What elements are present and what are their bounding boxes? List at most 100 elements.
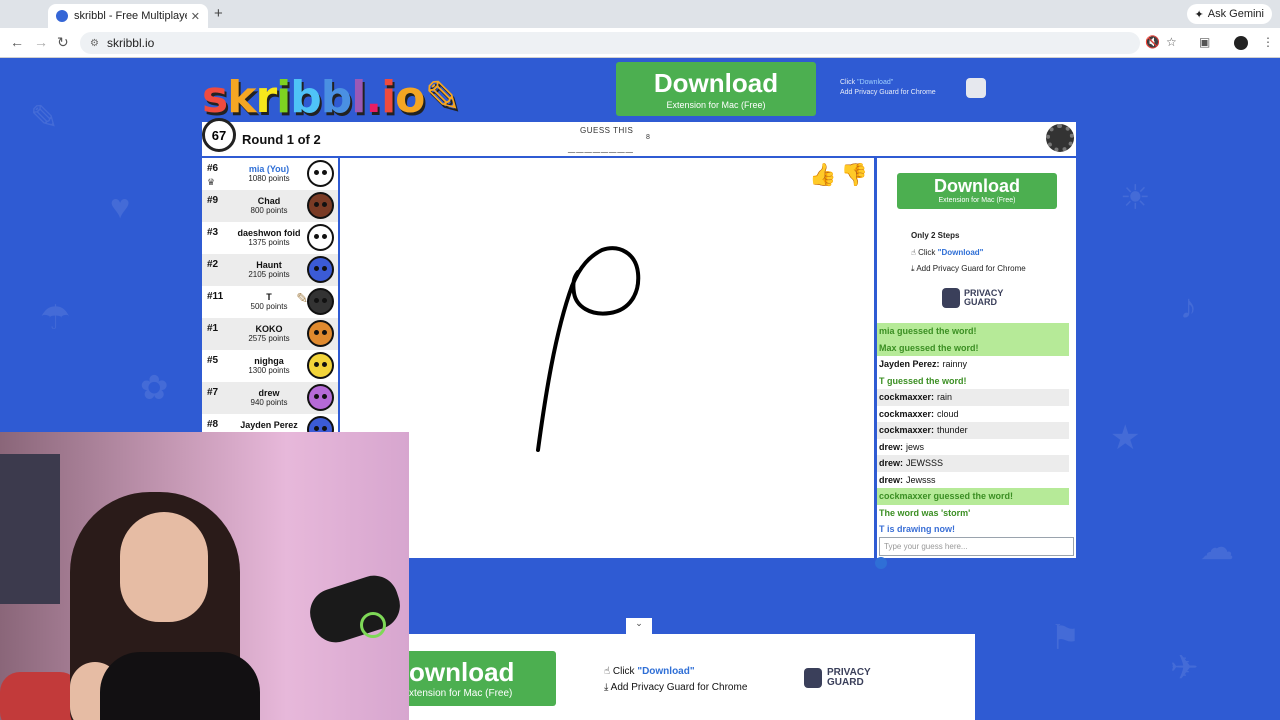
word-length: 8	[646, 134, 650, 141]
doodle-icon: ✎	[30, 99, 59, 137]
chat-message: drew: jews	[877, 439, 1069, 456]
guess-input[interactable]: Type your guess here...	[879, 537, 1074, 556]
chat-message: mia guessed the word!	[877, 323, 1069, 340]
chat-text: Jewsss	[906, 474, 936, 485]
doodle-icon: ♥	[110, 188, 131, 226]
chat-text: rain	[937, 392, 953, 403]
player-rank: #1	[207, 323, 219, 334]
settings-gear-icon[interactable]	[1046, 124, 1074, 152]
favicon-icon	[56, 10, 68, 22]
address-toolbar: ← → ↻ ⚙ skribbl.io 🔇 ☆ ▣ ⋮	[0, 28, 1280, 58]
doodle-icon: ⚑	[1050, 619, 1081, 657]
bottom-ad-steps: ☝ Click "Download" ⤓ Add Privacy Guard f…	[604, 664, 747, 696]
chat-message: cockmaxxer guessed the word!	[877, 488, 1069, 505]
player-name: drew	[258, 388, 280, 398]
click-text: Click	[840, 79, 858, 86]
address-text: skribbl.io	[106, 36, 155, 50]
extension-badge-icon[interactable]	[875, 557, 887, 569]
reload-icon[interactable]: ↻	[57, 34, 69, 51]
sparkle-icon: ✦	[1194, 8, 1204, 21]
add-privacy-guard-text: Add Privacy Guard for Chrome	[610, 682, 748, 693]
back-icon[interactable]: ←	[10, 34, 24, 50]
chevron-down-icon[interactable]: ⌄	[626, 618, 652, 634]
player-name: Jayden Perez	[240, 420, 298, 430]
player-avatar	[307, 352, 334, 379]
cursor-icon: ☝	[604, 666, 613, 677]
player-row[interactable]: #11 T 500 points ✎	[202, 286, 338, 318]
chat-message: cockmaxxer: cloud	[877, 406, 1069, 423]
privacy-guard-logo: PRIVACY GUARD	[804, 668, 871, 688]
player-row[interactable]: #7 drew 940 points	[202, 382, 338, 414]
chat-text: T is drawing now!	[879, 524, 955, 535]
browser-tab[interactable]: skribbl - Free Multiplayer Dra ✕	[48, 4, 208, 28]
bottom-download-ad-button[interactable]: ownload xtension for Mac (Free)	[409, 651, 556, 706]
drawing-canvas[interactable]: 👍 👎	[340, 158, 874, 558]
top-download-ad-button[interactable]: Download Extension for Mac (Free)	[616, 62, 816, 116]
chat-text: Max guessed the word!	[879, 342, 979, 353]
forward-icon[interactable]: →	[34, 34, 48, 50]
player-row[interactable]: #3 daeshwon foid 1375 points	[202, 222, 338, 254]
player-points: 1300 points	[248, 366, 290, 375]
rating-buttons: 👍 👎	[809, 162, 868, 188]
player-name: daeshwon foid	[237, 228, 301, 238]
doodle-icon: ✈	[1170, 649, 1199, 687]
chat-text: T guessed the word!	[879, 375, 967, 386]
doodle-icon: ☂	[40, 299, 71, 337]
new-tab-button[interactable]: +	[214, 5, 223, 22]
player-avatar	[307, 224, 334, 251]
address-bar[interactable]: ⚙ skribbl.io	[80, 32, 1140, 54]
chat-text: thunder	[937, 425, 968, 436]
tab-title: skribbl - Free Multiplayer Dra	[74, 10, 187, 22]
chat-message: drew: JEWSSS	[877, 455, 1069, 472]
chat-username: cockmaxxer:	[879, 425, 935, 436]
player-row[interactable]: #5 nighga 1300 points	[202, 350, 338, 382]
click-download-text: "Download"	[637, 666, 695, 677]
mute-icon[interactable]: 🔇	[1145, 35, 1160, 49]
player-avatar	[307, 256, 334, 283]
wall-poster	[0, 454, 60, 604]
site-info-icon[interactable]: ⚙	[90, 38, 99, 49]
player-name: nighga	[254, 356, 284, 366]
download-label: Download	[653, 68, 779, 98]
player-row[interactable]: #1 KOKO 2575 points	[202, 318, 338, 350]
player-avatar	[307, 160, 334, 187]
sidebar-icon[interactable]: ▣	[1199, 35, 1210, 49]
menu-kebab-icon[interactable]: ⋮	[1262, 35, 1274, 49]
extension-label: xtension for Mac (Free)	[409, 688, 513, 699]
player-rank: #3	[207, 227, 219, 238]
player-avatar	[307, 320, 334, 347]
guard-text: GUARD	[964, 297, 997, 307]
player-points: 500 points	[250, 302, 288, 311]
player-row[interactable]: #2 Haunt 2105 points	[202, 254, 338, 286]
side-download-ad-button[interactable]: Download Extension for Mac (Free)	[897, 173, 1057, 209]
download-label: Download	[934, 176, 1020, 196]
doodle-icon: ☁	[1200, 529, 1234, 567]
player-points: 2575 points	[248, 334, 290, 343]
player-row[interactable]: #8 Jayden Perez	[202, 414, 338, 432]
players-list: #6 ♛ mia (You) 1080 points #9 Chad 800 points #…	[202, 158, 338, 432]
alarm-clock-icon: 67	[202, 118, 236, 152]
ask-gemini-button[interactable]: ✦ Ask Gemini	[1186, 4, 1272, 24]
player-rank: #5	[207, 355, 219, 366]
crown-icon: ♛	[207, 177, 216, 187]
thumbs-down-icon[interactable]: 👎	[841, 162, 868, 187]
chat-username: cockmaxxer:	[879, 408, 935, 419]
thumbs-up-icon[interactable]: 👍	[809, 162, 836, 187]
player-avatar	[307, 416, 334, 432]
click-download-text: "Download"	[857, 79, 894, 86]
tab-close-icon[interactable]: ✕	[191, 10, 200, 23]
doodle-icon: ★	[1110, 419, 1141, 457]
chat-username: drew:	[879, 458, 904, 469]
chat-message: cockmaxxer: rain	[877, 389, 1069, 406]
player-row[interactable]: #6 ♛ mia (You) 1080 points	[202, 158, 338, 190]
player-row[interactable]: #9 Chad 800 points	[202, 190, 338, 222]
profile-avatar[interactable]	[1234, 36, 1248, 50]
player-rank: #7	[207, 387, 219, 398]
player-avatar	[307, 384, 334, 411]
doodle-icon: ✿	[140, 369, 169, 407]
player-points: 1375 points	[248, 238, 290, 247]
bookmark-star-icon[interactable]: ☆	[1166, 35, 1177, 49]
guess-input-placeholder: Type your guess here...	[884, 542, 968, 551]
click-download-text: "Download"	[937, 247, 984, 257]
word-blanks: ________	[568, 139, 634, 154]
